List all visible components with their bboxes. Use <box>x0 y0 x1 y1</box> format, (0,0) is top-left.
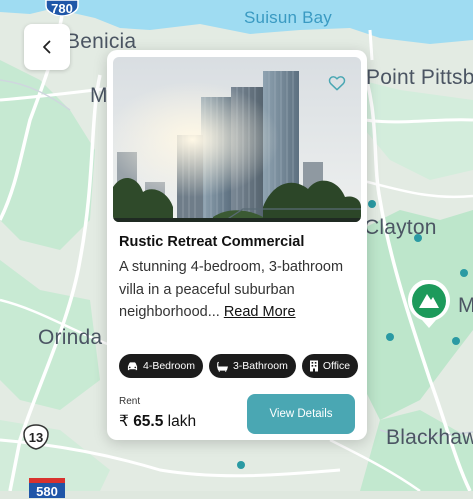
route-shield-13-label: 13 <box>28 429 44 445</box>
route-shield-580: 580 <box>28 478 66 499</box>
tag-bathroom-label: 3-Bathroom <box>232 360 288 372</box>
tag-bathroom: 3-Bathroom <box>208 354 296 378</box>
building-icon <box>309 360 318 372</box>
map-label-suisun-bay: Suisun Bay <box>244 8 332 27</box>
map-label-m-left: M <box>90 84 108 107</box>
property-photo[interactable] <box>113 57 361 222</box>
property-description: A stunning 4-bedroom, 3-bathroom villa i… <box>119 256 355 324</box>
map-label-clayton: Clayton <box>364 216 437 239</box>
rent-value: ₹ 65.5 lakh <box>119 412 196 431</box>
map-label-point-pittsburg: Point Pittsb <box>366 66 473 89</box>
view-details-button[interactable]: View Details <box>247 394 355 434</box>
route-shield-780: 780 <box>44 0 80 16</box>
map-label-blackhawk: Blackhaw <box>386 426 473 449</box>
tag-office-label: Office <box>322 360 351 372</box>
back-button[interactable] <box>24 24 70 70</box>
rent-label: Rent <box>119 396 141 407</box>
rent-unit: lakh <box>167 413 197 430</box>
bathtub-icon <box>216 361 228 372</box>
property-title: Rustic Retreat Commercial <box>119 234 305 250</box>
route-shield-780-label: 780 <box>51 0 73 16</box>
property-photo-image <box>113 57 361 222</box>
rent-currency: ₹ <box>119 413 129 430</box>
read-more-link[interactable]: Read More <box>224 304 296 320</box>
route-shield-13: 13 <box>22 424 50 450</box>
heart-outline-icon[interactable] <box>327 73 347 93</box>
map-label-m-right: M <box>458 294 473 317</box>
rent-amount: 65.5 <box>133 413 164 430</box>
mountain-icon <box>408 279 450 328</box>
tag-bedroom: 4-Bedroom <box>119 354 203 378</box>
park-marker[interactable] <box>406 279 452 330</box>
map-label-orinda: Orinda <box>38 326 103 349</box>
tag-bedroom-label: 4-Bedroom <box>143 360 195 372</box>
tag-office: Office <box>301 354 359 378</box>
chevron-left-icon <box>43 40 51 54</box>
property-tags: 4-Bedroom 3-Bathroom Office <box>119 354 359 378</box>
property-card[interactable]: Rustic Retreat Commercial A stunning 4-b… <box>107 50 367 440</box>
route-shield-580-label: 580 <box>36 483 58 499</box>
car-icon <box>127 361 138 370</box>
